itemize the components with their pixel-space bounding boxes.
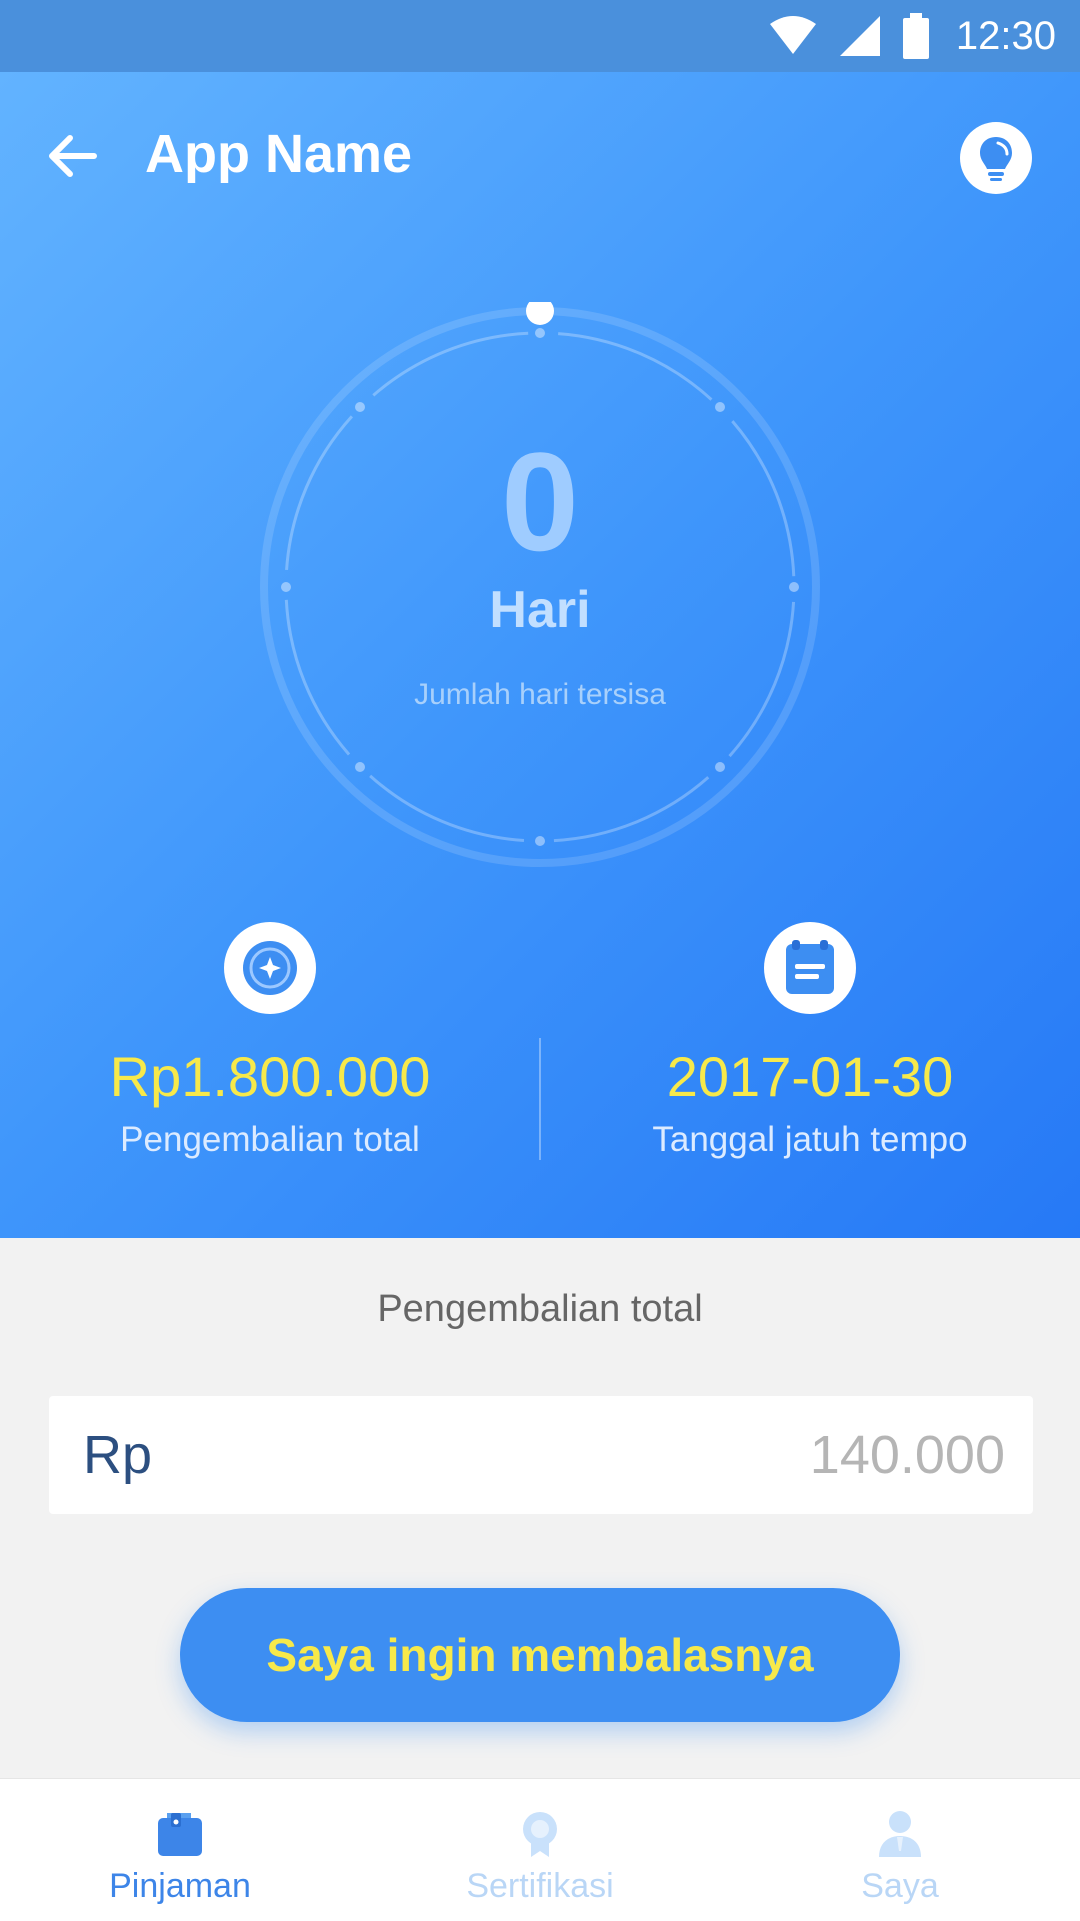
person-icon <box>879 1811 921 1857</box>
status-bar: 12:30 <box>0 0 1080 72</box>
battery-icon <box>902 13 929 59</box>
due-date-value: 2017-01-30 <box>666 1045 954 1108</box>
due-date-label: Tanggal jatuh tempo <box>652 1119 968 1159</box>
coin-icon <box>243 941 297 995</box>
wifi-icon <box>769 16 816 54</box>
days-unit-label: Hari <box>489 581 591 639</box>
nav-label-saya: Saya <box>861 1867 939 1905</box>
nav-item-saya[interactable]: Saya <box>720 1779 1080 1921</box>
signal-icon <box>839 16 880 56</box>
app-bar: App Name <box>0 72 1080 242</box>
lightbulb-icon <box>980 137 1012 181</box>
repayment-section-title: Pengembalian total <box>377 1288 703 1330</box>
days-remaining-value: 0 <box>501 423 579 580</box>
repayment-amount-field[interactable]: Rp 140.000 <box>49 1396 1033 1514</box>
days-remaining-caption: Jumlah hari tersisa <box>414 678 666 711</box>
back-arrow-icon[interactable] <box>44 128 100 184</box>
due-date-stat: 2017-01-30 Tanggal jatuh tempo <box>540 922 1080 1160</box>
badge-icon <box>523 1812 557 1857</box>
dial-progress-knob <box>526 302 554 325</box>
amount-input[interactable]: 140.000 <box>810 1424 1005 1486</box>
calendar-icon <box>786 940 834 994</box>
total-repayment-label: Pengembalian total <box>120 1119 420 1159</box>
nav-label-pinjaman: Pinjaman <box>109 1867 251 1905</box>
tips-button[interactable] <box>960 122 1032 194</box>
loan-summary-panel: App Name 0 Hari Jumlah hari tersisa Rp1.… <box>0 72 1080 1238</box>
status-time: 12:30 <box>955 13 1056 58</box>
repay-button[interactable]: Saya ingin membalasnya <box>180 1588 900 1722</box>
wallet-icon <box>158 1813 202 1856</box>
nav-item-pinjaman[interactable]: Pinjaman <box>0 1779 360 1921</box>
bottom-navigation: Pinjaman Sertifikasi Saya <box>0 1778 1080 1921</box>
page-title: App Name <box>145 124 413 184</box>
nav-label-sertifikasi: Sertifikasi <box>466 1867 614 1905</box>
currency-prefix: Rp <box>83 1425 153 1485</box>
nav-item-sertifikasi[interactable]: Sertifikasi <box>360 1779 720 1921</box>
total-repayment-stat: Rp1.800.000 Pengembalian total <box>0 922 540 1160</box>
total-repayment-value: Rp1.800.000 <box>109 1045 431 1108</box>
